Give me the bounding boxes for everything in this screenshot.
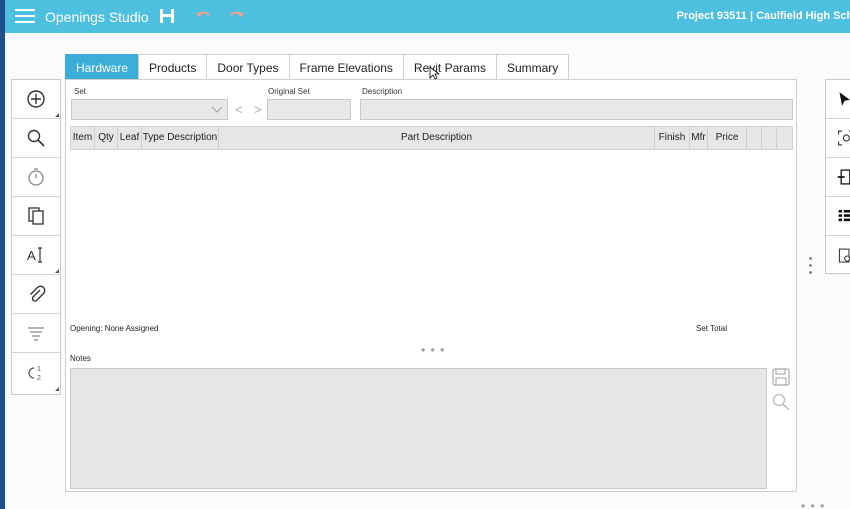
set-nav: < > — [235, 102, 262, 117]
svg-text:A: A — [27, 248, 36, 263]
notes-textarea[interactable] — [70, 368, 767, 489]
zoom-extents-icon — [838, 130, 850, 146]
tab-frame-elevations[interactable]: Frame Elevations — [288, 54, 404, 80]
svg-text:1: 1 — [37, 366, 41, 373]
col-part-description[interactable]: Part Description — [219, 127, 655, 149]
search-notes-icon[interactable] — [771, 392, 791, 412]
tab-summary[interactable]: Summary — [495, 54, 570, 80]
sequence-button[interactable]: 12 — [12, 353, 60, 392]
tab-hardware[interactable]: Hardware — [65, 54, 140, 80]
col-type-description[interactable]: Type Description — [142, 127, 219, 149]
copy-button[interactable] — [12, 197, 60, 236]
set-select[interactable] — [71, 99, 228, 120]
app-window: Openings Studio Project 93511 | Caulfiel… — [5, 0, 850, 509]
svg-text:2: 2 — [37, 375, 41, 382]
menu-icon[interactable] — [15, 9, 35, 24]
col-qty[interactable]: Qty — [95, 127, 118, 149]
mouse-cursor-icon — [429, 66, 439, 80]
door-icon — [837, 169, 850, 185]
pointer-button[interactable] — [826, 80, 850, 119]
tab-bar: Hardware Products Door Types Frame Eleva… — [65, 54, 570, 80]
col-extra-2[interactable] — [762, 127, 777, 149]
timer-button[interactable] — [12, 158, 60, 197]
timer-icon — [28, 168, 44, 186]
col-extra-1[interactable] — [747, 127, 762, 149]
search-icon — [27, 129, 45, 147]
add-icon — [27, 90, 45, 108]
save-notes-icon[interactable] — [771, 367, 791, 387]
right-toolbar — [825, 79, 850, 274]
undo-icon[interactable] — [193, 6, 213, 26]
bottom-resize-handle[interactable]: • • • — [801, 499, 825, 509]
sequence-icon: 12 — [28, 366, 41, 382]
opening-status: Opening: None Assigned — [70, 324, 159, 333]
description-label: Description — [362, 87, 403, 96]
zoom-extents-button[interactable] — [826, 119, 850, 158]
title-bar: Openings Studio Project 93511 | Caulfiel… — [5, 0, 850, 33]
save-icon[interactable] — [157, 6, 177, 26]
tab-products[interactable]: Products — [138, 54, 208, 80]
text-format-icon: A — [27, 247, 42, 263]
tab-door-types[interactable]: Door Types — [206, 54, 290, 80]
filter-button[interactable] — [12, 314, 60, 353]
set-label: Set — [74, 87, 87, 96]
col-item[interactable]: Item — [71, 127, 95, 149]
tab-revit-params[interactable]: Revit Params — [402, 54, 497, 80]
document-search-button[interactable] — [826, 236, 850, 273]
prev-set-button[interactable]: < — [235, 102, 243, 117]
left-toolbar: A 12 — [11, 79, 61, 395]
app-title: Openings Studio — [45, 9, 149, 25]
pointer-icon — [839, 92, 850, 106]
set-total-label: Set Total — [696, 324, 727, 333]
add-button[interactable] — [12, 80, 60, 119]
attachment-button[interactable] — [12, 275, 60, 314]
next-set-button[interactable]: > — [254, 102, 262, 117]
filter-icon — [28, 327, 44, 341]
document-search-icon — [838, 248, 850, 263]
search-button[interactable] — [12, 119, 60, 158]
copy-icon — [28, 207, 44, 225]
notes-label: Notes — [70, 354, 91, 363]
hardware-panel: Set Original Set Description < > Item Qt… — [65, 79, 797, 492]
project-title: Project 93511 | Caulfield High Scho — [676, 10, 850, 22]
door-button[interactable] — [826, 158, 850, 197]
original-set-label: Original Set — [268, 87, 310, 96]
redo-icon[interactable] — [227, 6, 247, 26]
original-set-field[interactable] — [267, 99, 351, 120]
chevron-down-icon — [211, 106, 223, 113]
text-format-button[interactable]: A — [12, 236, 60, 275]
col-leaf[interactable]: Leaf — [118, 127, 142, 149]
col-mfr[interactable]: Mfr — [690, 127, 708, 149]
description-field[interactable] — [360, 99, 793, 120]
col-price[interactable]: Price — [708, 127, 747, 149]
grid-icon — [838, 209, 850, 222]
col-finish[interactable]: Finish — [655, 127, 690, 149]
attachment-icon — [30, 285, 46, 302]
splitter-handle[interactable]: • • • — [421, 343, 445, 357]
grid-header: Item Qty Leaf Type Description Part Desc… — [70, 126, 793, 150]
resize-handle[interactable] — [809, 257, 813, 278]
grid-button[interactable] — [826, 197, 850, 236]
